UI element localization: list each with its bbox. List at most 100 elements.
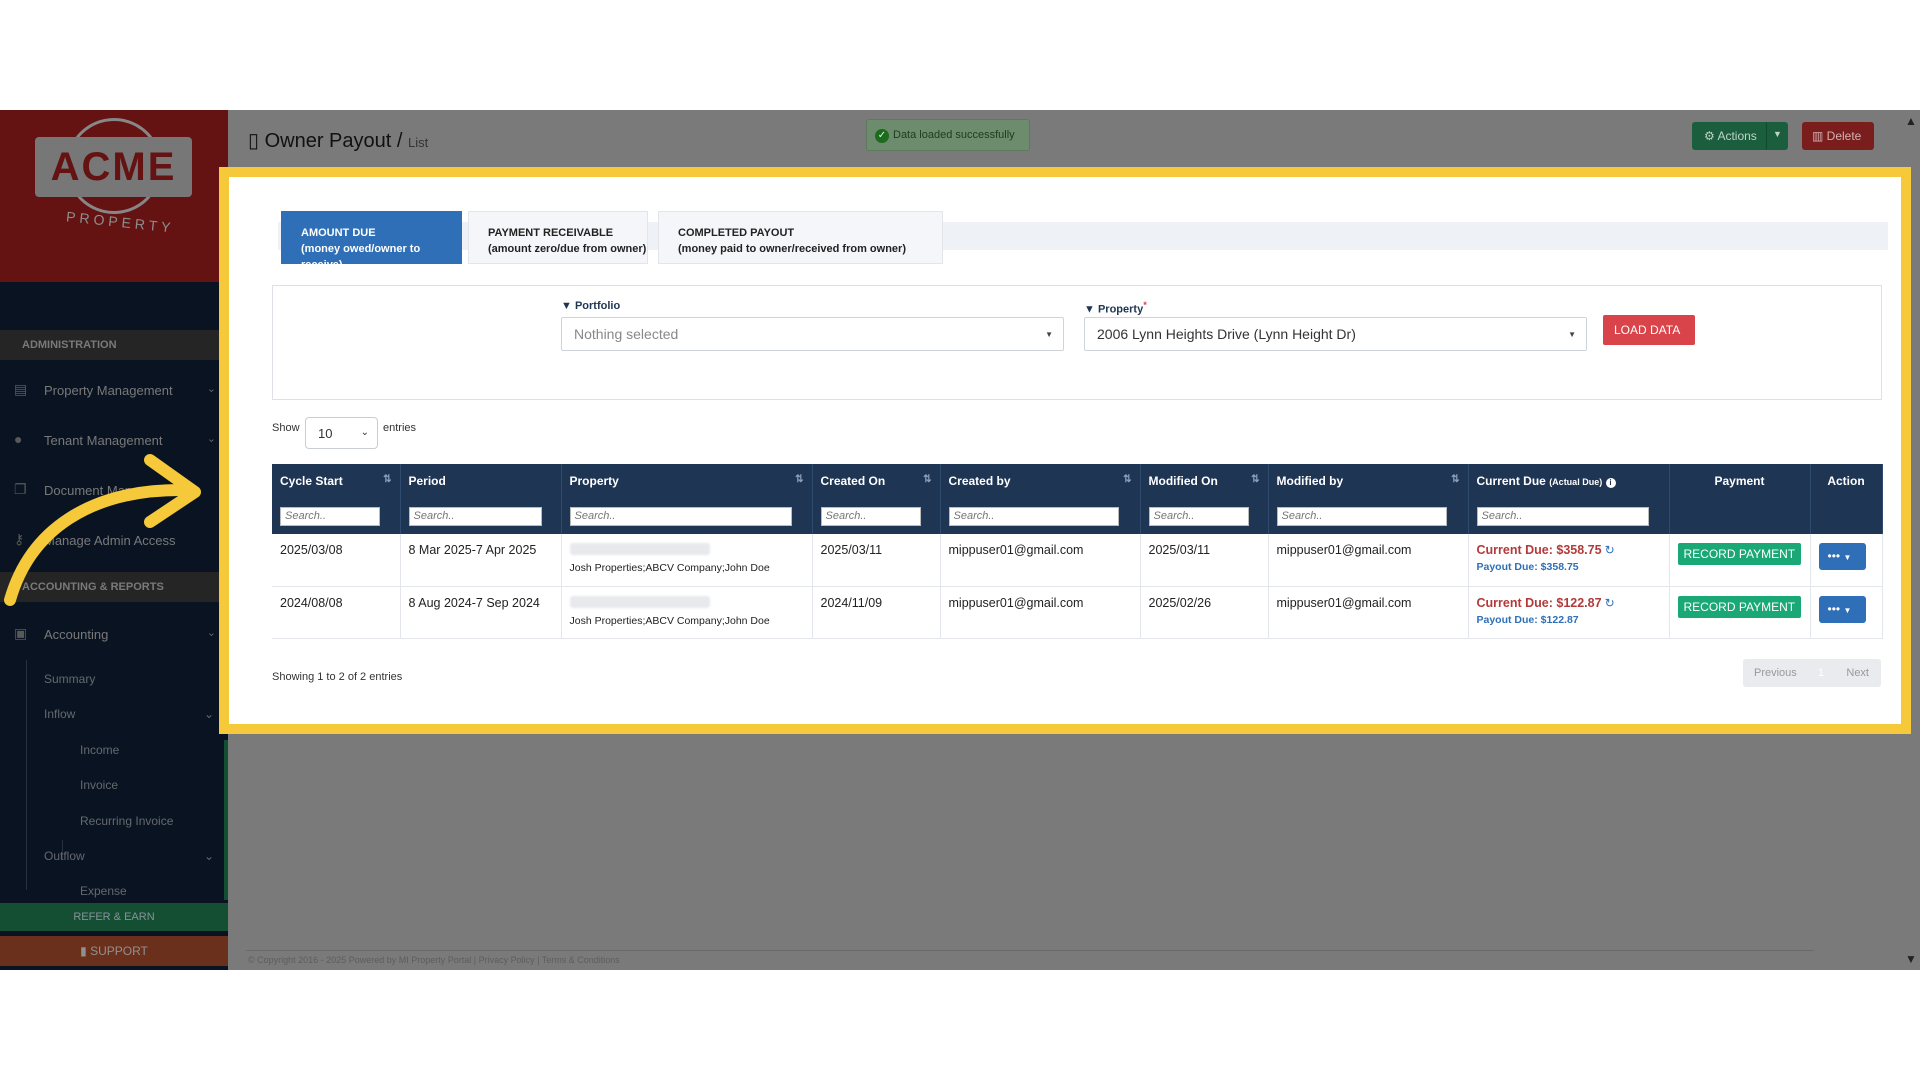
- portfolio-label: ▼ Portfolio: [561, 300, 620, 312]
- info-icon[interactable]: i: [1605, 478, 1616, 488]
- column-label: Current Due: [1476, 474, 1546, 488]
- property-label: ▼ Property*: [1084, 300, 1147, 316]
- table-row: 2024/08/08 8 Aug 2024-7 Sep 2024 Josh Pr…: [272, 586, 1883, 639]
- cell-current-due: Current Due: $122.87 ↻ Payout Due: $122.87: [1468, 586, 1670, 639]
- sidebar-subitem-outflow[interactable]: Outflow ⌄: [0, 845, 228, 869]
- sidebar-section-administration: ADMINISTRATION: [0, 330, 228, 360]
- search-input-modified-by[interactable]: [1276, 506, 1447, 526]
- page-number-button[interactable]: 1: [1818, 667, 1824, 679]
- company-logo[interactable]: ACME PROPERTY: [0, 110, 228, 282]
- scroll-down-icon[interactable]: ▼: [1905, 952, 1917, 966]
- portfolio-label-text: Portfolio: [574, 300, 621, 312]
- tab-title: PAYMENT RECEIVABLE: [488, 227, 614, 239]
- tab-title: COMPLETED PAYOUT: [678, 227, 795, 239]
- subitem-label: Recurring Invoice: [80, 814, 174, 828]
- row-actions-button[interactable]: ••• ▼: [1818, 595, 1866, 623]
- actions-button[interactable]: ⚙ Actions ▼: [1692, 122, 1788, 150]
- payout-table: Cycle Start ⇅ Period Property ⇅ Created On…: [272, 464, 1883, 639]
- sidebar-scrollbar[interactable]: [224, 740, 228, 900]
- actions-dropdown-toggle[interactable]: ▼: [1766, 122, 1788, 150]
- entries-select[interactable]: 10 ⌄: [305, 417, 378, 449]
- cell-modified-by: mippuser01@gmail.com: [1268, 586, 1469, 639]
- caret-down-icon: ▼: [1568, 330, 1576, 339]
- money-icon: ▣: [14, 625, 28, 641]
- sort-icon: ⇅: [923, 474, 932, 485]
- caret-down-icon: ▼: [1843, 553, 1852, 562]
- entries-label: entries: [383, 422, 417, 434]
- property-select[interactable]: 2006 Lynn Heights Drive (Lynn Height Dr)…: [1084, 317, 1587, 351]
- refer-and-earn-button[interactable]: REFER & EARN: [0, 903, 228, 931]
- required-marker: *: [1143, 300, 1147, 310]
- previous-page-button[interactable]: Previous: [1754, 667, 1797, 679]
- search-input-cycle-start[interactable]: [280, 506, 380, 526]
- show-label: Show: [272, 422, 300, 434]
- tab-subtitle: (money owed/owner to receive): [301, 243, 421, 271]
- property-label-text: Property: [1097, 303, 1144, 316]
- sidebar-subitem-recurring-invoice[interactable]: Recurring Invoice: [0, 810, 228, 834]
- cell-created-on: 2025/03/11: [812, 534, 941, 587]
- refresh-icon[interactable]: ↻: [1605, 543, 1615, 557]
- portfolio-select[interactable]: Nothing selected ▼: [561, 317, 1064, 351]
- property-owners: Josh Properties;ABCV Company;John Doe: [569, 562, 770, 574]
- column-header-created-by[interactable]: Created by ⇅: [940, 464, 1141, 498]
- property-owners: Josh Properties;ABCV Company;John Doe: [569, 614, 770, 627]
- cell-modified-on: 2025/02/26: [1140, 586, 1269, 639]
- next-page-button[interactable]: Next: [1846, 667, 1869, 679]
- load-data-button[interactable]: LOAD DATA: [1603, 315, 1695, 345]
- breadcrumb-list[interactable]: List: [408, 135, 428, 150]
- table-row: 2025/03/08 8 Mar 2025-7 Apr 2025 Josh Pr…: [272, 534, 1883, 587]
- portfolio-select-value: Nothing selected: [574, 326, 679, 342]
- cell-period: 8 Aug 2024-7 Sep 2024: [400, 586, 562, 639]
- column-header-period[interactable]: Period: [400, 464, 562, 498]
- sidebar-item-property-management[interactable]: ▤ Property Management ⌄: [0, 373, 228, 407]
- search-input-period[interactable]: [408, 506, 542, 526]
- sidebar-subitem-summary[interactable]: Summary: [0, 668, 228, 692]
- record-payment-button[interactable]: RECORD PAYMENT: [1677, 595, 1802, 618]
- sidebar-subitem-inflow[interactable]: Inflow ⌄: [0, 703, 228, 727]
- trash-icon: ▥: [1812, 129, 1827, 143]
- ellipsis-icon: •••: [1827, 601, 1841, 616]
- success-toast: ✓ Data loaded successfully: [866, 119, 1030, 151]
- tab-payment-receivable[interactable]: PAYMENT RECEIVABLE (amount zero/due from…: [468, 211, 648, 264]
- redacted-address: [569, 595, 710, 608]
- support-label: SUPPORT: [90, 944, 148, 958]
- tab-completed-payout[interactable]: COMPLETED PAYOUT (money paid to owner/re…: [658, 211, 943, 264]
- tab-subtitle: (money paid to owner/received from owner…: [678, 243, 906, 255]
- delete-button[interactable]: ▥ Delete: [1802, 122, 1874, 150]
- subitem-label: Invoice: [80, 778, 119, 792]
- tab-title: AMOUNT DUE: [301, 227, 376, 239]
- footer-text: © Copyright 2016 - 2025 Powered by MI Pr…: [248, 955, 620, 965]
- chevron-down-icon: ⌄: [203, 707, 214, 721]
- sidebar-item-label: Accounting: [44, 627, 109, 642]
- column-header-created-on[interactable]: Created On ⇅: [812, 464, 941, 498]
- page-title-text: Owner Payout: [264, 130, 392, 152]
- search-input-property[interactable]: [569, 506, 792, 526]
- record-payment-button[interactable]: RECORD PAYMENT: [1677, 543, 1802, 565]
- search-input-current-due[interactable]: [1476, 506, 1649, 526]
- pagination: Previous 1 Next: [1743, 659, 1881, 687]
- tab-amount-due[interactable]: AMOUNT DUE (money owed/owner to receive): [281, 211, 462, 271]
- column-header-cycle-start[interactable]: Cycle Start ⇅: [272, 464, 401, 498]
- search-input-modified-on[interactable]: [1148, 506, 1249, 526]
- property-select-value: 2006 Lynn Heights Drive (Lynn Height Dr): [1097, 326, 1356, 342]
- refresh-icon[interactable]: ↻: [1605, 596, 1615, 610]
- sidebar-subitem-expense[interactable]: Expense: [0, 880, 228, 904]
- annotation-arrow: [4, 454, 201, 606]
- row-actions-button[interactable]: ••• ▼: [1818, 543, 1866, 570]
- actions-label: Actions: [1717, 129, 1757, 143]
- sidebar-subitem-income[interactable]: Income: [0, 739, 228, 763]
- search-input-created-by[interactable]: [948, 506, 1119, 526]
- support-button[interactable]: ▮ SUPPORT: [0, 936, 228, 966]
- column-header-current-due[interactable]: Current Due (Actual Due) i: [1468, 464, 1670, 498]
- check-icon: ✓: [875, 129, 889, 143]
- payout-due-value: Payout Due: $122.87: [1476, 613, 1579, 626]
- search-input-created-on[interactable]: [820, 506, 921, 526]
- column-label: Action: [1827, 474, 1865, 488]
- sidebar-subitem-invoice[interactable]: Invoice: [0, 774, 228, 798]
- sidebar-item-accounting[interactable]: ▣ Accounting ⌄: [0, 617, 228, 651]
- scroll-up-icon[interactable]: ▲: [1905, 114, 1917, 128]
- caret-down-icon: ▼: [1045, 330, 1053, 339]
- column-header-modified-by[interactable]: Modified by ⇅: [1268, 464, 1469, 498]
- column-header-property[interactable]: Property ⇅: [561, 464, 813, 498]
- column-header-modified-on[interactable]: Modified On ⇅: [1140, 464, 1269, 498]
